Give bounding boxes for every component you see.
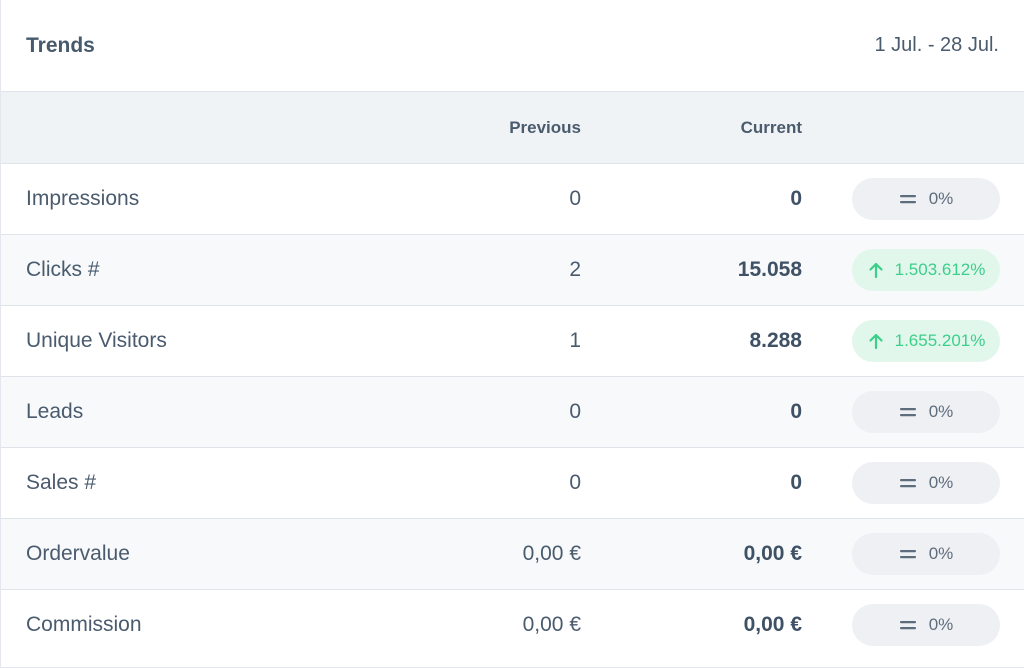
change-value: 1.655.201%: [894, 331, 986, 350]
card-header: Trends 1 Jul. - 28 Jul.: [1, 0, 1024, 92]
table-row: Sales # 0 0 0%: [1, 448, 1024, 519]
trends-card: Trends 1 Jul. - 28 Jul. Previous Current…: [0, 0, 1024, 668]
change-badge: 0%: [852, 533, 1000, 575]
change-badge: 0%: [852, 178, 1000, 220]
previous-value: 0: [569, 187, 581, 210]
current-value: 0: [790, 187, 802, 210]
previous-value: 2: [569, 258, 581, 281]
previous-value: 1: [569, 329, 581, 352]
change-value: 0%: [928, 544, 954, 563]
table-row: Impressions 0 0 0%: [1, 164, 1024, 235]
equals-icon: [899, 190, 917, 208]
previous-value: 0: [569, 400, 581, 423]
table-row: Commission 0,00 € 0,00 € 0%: [1, 590, 1024, 661]
table-row: Leads 0 0 0%: [1, 377, 1024, 448]
table-row: Unique Visitors 1 8.288 1.655.201%: [1, 306, 1024, 377]
metric-label: Leads: [26, 400, 84, 423]
change-badge: 0%: [852, 462, 1000, 504]
arrow-up-icon: [867, 261, 885, 279]
arrow-up-icon: [867, 332, 885, 350]
equals-icon: [899, 545, 917, 563]
current-value: 0,00 €: [743, 542, 802, 565]
change-value: 0%: [928, 473, 954, 492]
table-row: Ordervalue 0,00 € 0,00 € 0%: [1, 519, 1024, 590]
change-badge: 1.655.201%: [852, 320, 1000, 362]
table-row: Clicks # 2 15.058 1.503.612%: [1, 235, 1024, 306]
change-value: 0%: [928, 189, 954, 208]
previous-value: 0,00 €: [522, 542, 581, 565]
current-value: 8.288: [749, 329, 802, 352]
change-badge: 1.503.612%: [852, 249, 1000, 291]
current-value: 15.058: [737, 258, 802, 281]
change-value: 1.503.612%: [894, 260, 986, 279]
previous-value: 0,00 €: [522, 613, 581, 636]
change-badge: 0%: [852, 391, 1000, 433]
equals-icon: [899, 403, 917, 421]
card-title: Trends: [26, 33, 95, 57]
metric-label: Commission: [26, 613, 142, 636]
metric-label: Unique Visitors: [26, 329, 167, 352]
change-value: 0%: [928, 615, 954, 634]
metric-label: Ordervalue: [26, 542, 130, 565]
current-value: 0,00 €: [743, 613, 802, 636]
current-value: 0: [790, 400, 802, 423]
column-header-current: Current: [740, 118, 802, 137]
metric-label: Sales #: [26, 471, 97, 494]
change-badge: 0%: [852, 604, 1000, 646]
column-header-previous: Previous: [509, 118, 581, 137]
metric-label: Clicks #: [26, 258, 100, 281]
metric-label: Impressions: [26, 187, 140, 210]
table-header: Previous Current: [1, 92, 1024, 164]
previous-value: 0: [569, 471, 581, 494]
current-value: 0: [790, 471, 802, 494]
table-body: Impressions 0 0 0% Clicks # 2 15.058 1.5…: [1, 164, 1024, 661]
date-range[interactable]: 1 Jul. - 28 Jul.: [874, 34, 999, 57]
equals-icon: [899, 616, 917, 634]
change-value: 0%: [928, 402, 954, 421]
equals-icon: [899, 474, 917, 492]
